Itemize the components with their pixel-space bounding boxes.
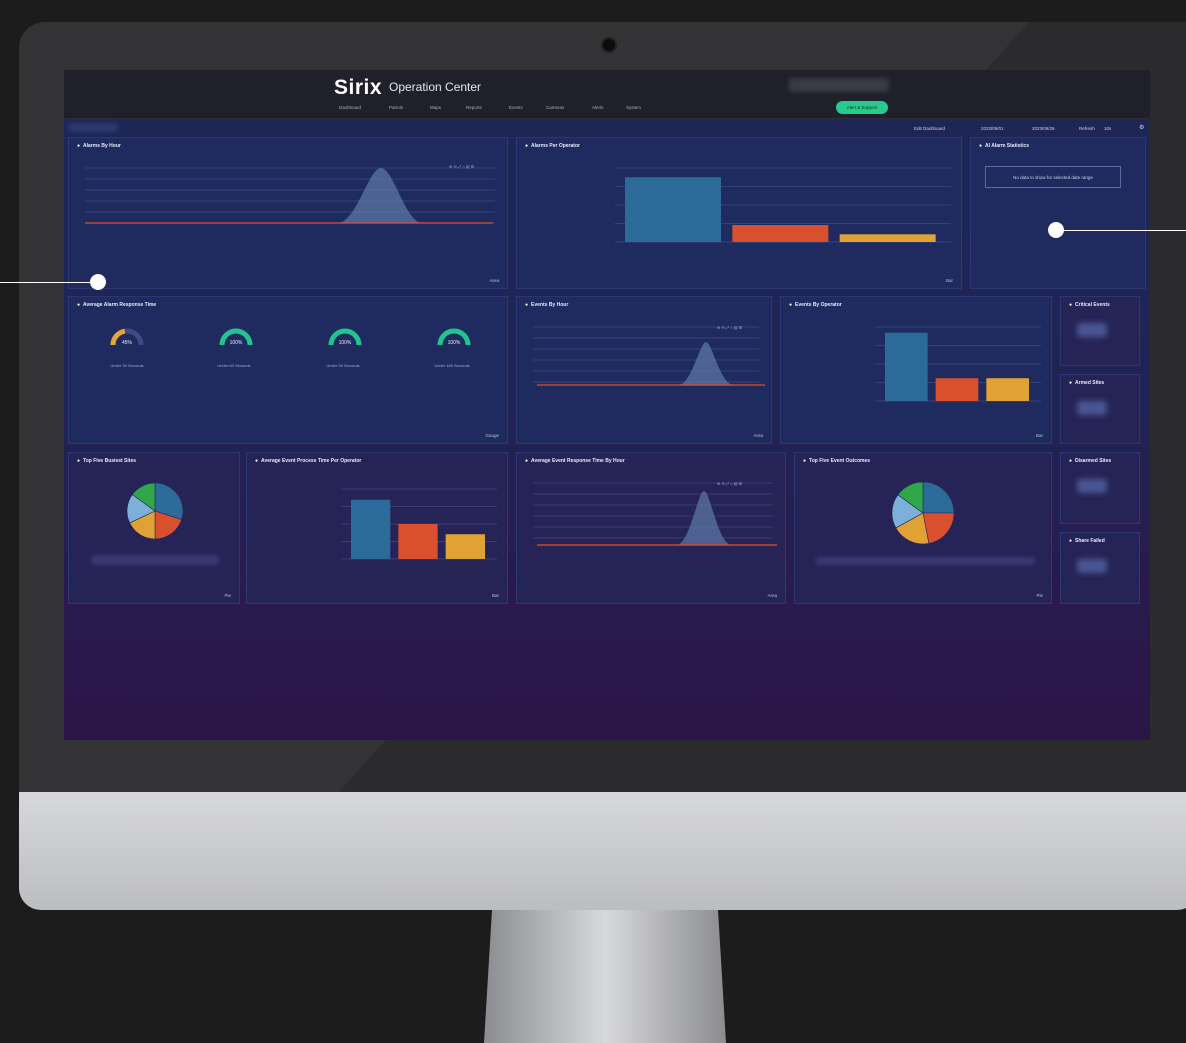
gauge-value: 100% xyxy=(448,340,461,346)
tile-value xyxy=(1077,479,1107,493)
brand-logo[interactable]: Sirix xyxy=(334,76,382,100)
pie-legend xyxy=(91,555,219,565)
svg-text:⊕ ⊖ ⤢ ⌂ ▤ ⊞: ⊕ ⊖ ⤢ ⌂ ▤ ⊞ xyxy=(449,164,474,169)
alarms-by-hour-chart: ⊕ ⊖ ⤢ ⌂ ▤ ⊞ xyxy=(85,164,495,224)
peak-area xyxy=(339,168,421,223)
tile-value xyxy=(1077,401,1107,415)
edit-dashboard-button[interactable]: Edit Dashboard xyxy=(914,126,945,131)
alarms-per-operator-chart xyxy=(615,167,951,243)
event-response-time-chart: ⊕ ⊖ ⤢ ⌂ ▤ ⊞ xyxy=(533,481,777,546)
panel-top-five-busiest-sites: Top Five Busiest Sites Pie xyxy=(68,452,240,604)
chart-type-select[interactable]: Bar xyxy=(492,593,499,598)
user-account-area[interactable] xyxy=(789,78,889,92)
brand-subtitle: Operation Center xyxy=(389,80,482,94)
nav-patrols[interactable]: Patrols xyxy=(389,105,403,110)
panel-average-alarm-response-time: Average Alarm Response Time 45%100%100%1… xyxy=(68,296,508,444)
top-navigation-bar: Sirix Operation Center Dashboard Patrols… xyxy=(64,70,1150,119)
refresh-select[interactable]: 10s xyxy=(1104,126,1111,131)
callout-line-right xyxy=(1060,230,1186,231)
chart-type-select[interactable]: Bar xyxy=(946,278,953,283)
panel-events-by-operator: Events By Operator Bar xyxy=(780,296,1052,444)
no-data-message: No data to show for selected date range xyxy=(985,166,1121,188)
bar xyxy=(986,378,1029,401)
chart-type-select[interactable]: Gauge xyxy=(485,433,499,438)
monitor-chin xyxy=(19,792,1186,910)
chart-type-select[interactable]: Bar xyxy=(1036,433,1043,438)
chart-type-select[interactable]: Pie xyxy=(224,593,231,598)
chart-type-select[interactable]: Area xyxy=(489,278,499,283)
tile-title: Share Failed xyxy=(1069,538,1105,544)
tile-share-failed[interactable]: Share Failed xyxy=(1060,532,1140,604)
panel-average-event-response-time-by-hour: Average Event Response Time By Hour ⊕ ⊖ … xyxy=(516,452,786,604)
breadcrumb xyxy=(68,123,118,132)
tile-critical-events[interactable]: Critical Events xyxy=(1060,296,1140,366)
gauge-value: 100% xyxy=(230,340,243,346)
bar xyxy=(935,378,979,401)
tile-value xyxy=(1077,559,1107,573)
svg-text:⊕ ⊖ ⤢ ⌂ ▤ ⊞: ⊕ ⊖ ⤢ ⌂ ▤ ⊞ xyxy=(717,325,742,330)
nav-dashboard[interactable]: Dashboard xyxy=(339,105,361,110)
bar xyxy=(885,332,928,401)
bar xyxy=(445,534,485,559)
pie-slice xyxy=(922,481,955,514)
peak-area xyxy=(679,342,733,385)
tile-armed-sites[interactable]: Armed Sites xyxy=(1060,374,1140,444)
gauge-value: 100% xyxy=(339,340,352,346)
gauge-label: Under 90 Seconds xyxy=(326,363,360,368)
refresh-label: Refresh xyxy=(1079,126,1095,131)
events-by-hour-chart: ⊕ ⊖ ⤢ ⌂ ▤ ⊞ xyxy=(533,325,765,386)
nav-alerts[interactable]: Alerts xyxy=(592,105,604,110)
gauge-label: Under 30 Seconds xyxy=(110,363,144,368)
dashboard-screen: Sirix Operation Center Dashboard Patrols… xyxy=(64,70,1150,740)
svg-text:⊕ ⊖ ⤢ ⌂ ▤ ⊞: ⊕ ⊖ ⤢ ⌂ ▤ ⊞ xyxy=(717,481,742,486)
nav-events[interactable]: Events xyxy=(509,105,523,110)
events-by-operator-chart xyxy=(875,326,1041,402)
gauge-label: Under 60 Seconds xyxy=(217,363,251,368)
bar xyxy=(398,524,438,559)
settings-icon[interactable]: ⚙ xyxy=(1139,124,1144,131)
date-to-input[interactable]: 2023/09/26 xyxy=(1032,126,1055,131)
callout-dot-left xyxy=(90,274,106,290)
gauges: 45% 100% 100% 100% xyxy=(110,328,471,346)
tile-value xyxy=(1077,323,1107,337)
camera-icon xyxy=(603,39,615,51)
event-outcomes-pie xyxy=(891,481,955,545)
pie-legend xyxy=(815,557,1035,565)
chart-type-select[interactable]: Area xyxy=(767,593,777,598)
panel-top-five-event-outcomes: Top Five Event Outcomes Pie xyxy=(794,452,1052,604)
bar xyxy=(351,499,391,559)
nav-maps[interactable]: Maps xyxy=(430,105,441,110)
alert-support-button[interactable]: Alert & Support xyxy=(836,101,888,114)
panel-average-event-process-time: Average Event Process Time Per Operator … xyxy=(246,452,508,604)
nav-system[interactable]: System xyxy=(626,105,641,110)
nav-cameras[interactable]: Cameras xyxy=(546,105,564,110)
monitor-stand xyxy=(484,910,726,1043)
bar xyxy=(732,225,829,242)
tile-disarmed-sites[interactable]: Disarmed Sites xyxy=(1060,452,1140,524)
date-from-input[interactable]: 2023/09/01 xyxy=(981,126,1004,131)
callout-dot-right xyxy=(1048,222,1064,238)
tile-title: Critical Events xyxy=(1069,302,1110,308)
panel-alarms-per-operator: Alarms Per Operator Bar xyxy=(516,137,962,289)
bar xyxy=(839,234,936,242)
chart-type-select[interactable]: Area xyxy=(753,433,763,438)
tile-title: Disarmed Sites xyxy=(1069,458,1111,464)
busiest-sites-pie xyxy=(126,482,184,540)
event-process-time-chart xyxy=(341,488,497,560)
panel-alarms-by-hour: Alarms By Hour ⊕ ⊖ ⤢ ⌂ ▤ ⊞ Area xyxy=(68,137,508,289)
panel-events-by-hour: Events By Hour ⊕ ⊖ ⤢ ⌂ ▤ ⊞ Area xyxy=(516,296,772,444)
gauge-label: Under 180 Seconds xyxy=(434,363,470,368)
tile-title: Armed Sites xyxy=(1069,380,1104,386)
chart-type-select[interactable]: Pie xyxy=(1036,593,1043,598)
gauge-value: 45% xyxy=(122,340,133,346)
panel-title: AI Alarm Statistics xyxy=(979,143,1029,149)
nav-reports[interactable]: Reports xyxy=(466,105,482,110)
panel-ai-alarm-statistics: AI Alarm Statistics No data to show for … xyxy=(970,137,1146,289)
peak-area xyxy=(677,491,731,545)
bar xyxy=(625,177,721,242)
callout-line-left xyxy=(0,282,92,283)
